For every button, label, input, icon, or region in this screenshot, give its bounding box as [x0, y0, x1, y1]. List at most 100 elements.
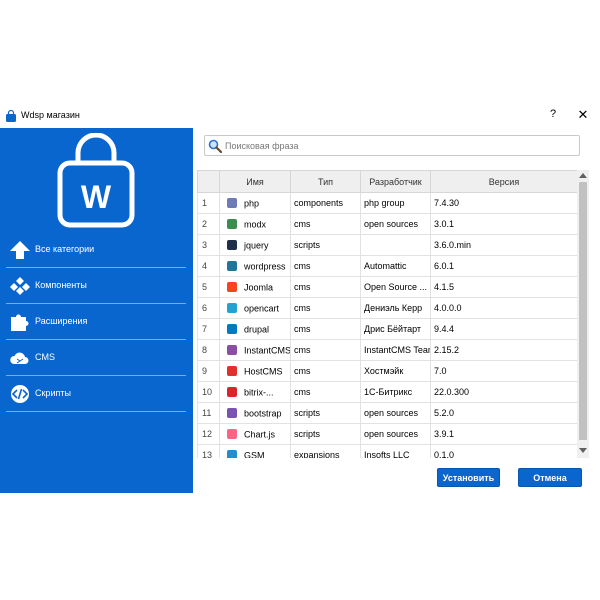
row-developer: Insofts LLC: [360, 444, 431, 458]
row-type: scripts: [290, 423, 361, 445]
package-icon: [227, 345, 237, 356]
row-name-cell: jquery: [219, 234, 291, 256]
sidebar-item-extensions[interactable]: Расширения: [6, 304, 186, 340]
sidebar-item-cms[interactable]: CMS: [6, 340, 186, 376]
row-number: 12: [197, 423, 220, 445]
sidebar-item-all-categories[interactable]: Все категории: [6, 232, 186, 268]
close-button[interactable]: ✕: [576, 107, 590, 123]
sidebar-item-scripts[interactable]: Скрипты: [6, 376, 186, 412]
search-input[interactable]: [225, 139, 565, 153]
column-header-name[interactable]: Имя: [219, 170, 291, 193]
package-icon: [227, 450, 237, 458]
column-header-developer[interactable]: Разработчик: [360, 170, 431, 193]
packages-table: Имя Тип Разработчик Версия 1 php component…: [197, 170, 589, 458]
row-type: cms: [290, 213, 361, 235]
cloud-icon: [10, 352, 29, 364]
row-developer: open sources: [360, 423, 431, 445]
sidebar-item-label: Компоненты: [35, 280, 87, 290]
table-row[interactable]: 2 modx cms open sources 3.0.1: [197, 213, 578, 235]
column-header-version[interactable]: Версия: [430, 170, 578, 193]
table-row[interactable]: 10 bitrix-... cms 1С-Битрикс 22.0.300: [197, 381, 578, 403]
package-icon: [227, 429, 237, 440]
row-type: cms: [290, 339, 361, 361]
table-row[interactable]: 3 jquery scripts 3.6.0.min: [197, 234, 578, 256]
table-row[interactable]: 7 drupal cms Дрис Бёйтарт 9.4.4: [197, 318, 578, 340]
table-row[interactable]: 6 opencart cms Дениэль Керр 4.0.0.0: [197, 297, 578, 319]
row-type: scripts: [290, 234, 361, 256]
row-type: cms: [290, 276, 361, 298]
row-developer: Хостмэйк: [360, 360, 431, 382]
table-row[interactable]: 11 bootstrap scripts open sources 5.2.0: [197, 402, 578, 424]
row-name-cell: HostCMS: [219, 360, 291, 382]
row-number: 1: [197, 192, 220, 214]
row-version: 9.4.4: [430, 318, 578, 340]
row-number: 10: [197, 381, 220, 403]
row-name: bootstrap: [244, 408, 282, 419]
logo-letter: W: [81, 179, 112, 215]
help-button[interactable]: ?: [546, 108, 560, 120]
row-name-cell: bootstrap: [219, 402, 291, 424]
row-name: jquery: [244, 240, 269, 251]
table-row[interactable]: 4 wordpress cms Automattic 6.0.1: [197, 255, 578, 277]
sidebar: W Все категории Компоненты Расширения CM…: [0, 128, 193, 493]
row-name-cell: GSM: [219, 444, 291, 458]
row-developer: Open Source ...: [360, 276, 431, 298]
row-number: 13: [197, 444, 220, 458]
package-icon: [227, 408, 237, 419]
cancel-button[interactable]: Отмена: [518, 468, 582, 487]
row-name: GSM: [244, 450, 265, 458]
scroll-down-icon[interactable]: [579, 448, 587, 453]
table-row[interactable]: 5 Joomla cms Open Source ... 4.1.5: [197, 276, 578, 298]
up-arrow-icon: [10, 241, 30, 259]
row-developer: open sources: [360, 402, 431, 424]
row-version: 4.1.5: [430, 276, 578, 298]
row-number: 9: [197, 360, 220, 382]
row-type: cms: [290, 255, 361, 277]
components-icon: [10, 277, 30, 295]
table-row[interactable]: 13 GSM expansions Insofts LLC 0.1.0: [197, 444, 578, 458]
row-name-cell: bitrix-...: [219, 381, 291, 403]
row-name: opencart: [244, 303, 280, 314]
row-name-cell: InstantCMS: [219, 339, 291, 361]
scrollbar-thumb[interactable]: [579, 182, 587, 440]
table-row[interactable]: 8 InstantCMS cms InstantCMS Team 2.15.2: [197, 339, 578, 361]
row-name: Joomla: [244, 282, 274, 293]
row-type: cms: [290, 381, 361, 403]
row-number: 8: [197, 339, 220, 361]
package-icon: [227, 219, 237, 230]
table-row[interactable]: 12 Chart.js scripts open sources 3.9.1: [197, 423, 578, 445]
package-icon: [227, 240, 237, 251]
table-row[interactable]: 9 HostCMS cms Хостмэйк 7.0: [197, 360, 578, 382]
table-row[interactable]: 1 php components php group 7.4.30: [197, 192, 578, 214]
row-developer: InstantCMS Team: [360, 339, 431, 361]
row-version: 6.0.1: [430, 255, 578, 277]
row-version: 3.9.1: [430, 423, 578, 445]
row-type: cms: [290, 297, 361, 319]
vertical-scrollbar[interactable]: [577, 170, 589, 458]
row-name-cell: drupal: [219, 318, 291, 340]
puzzle-icon: [11, 314, 29, 331]
row-type: components: [290, 192, 361, 214]
row-type: cms: [290, 360, 361, 382]
sidebar-item-label: Скрипты: [35, 388, 71, 398]
row-developer: php group: [360, 192, 431, 214]
package-icon: [227, 261, 237, 272]
row-name-cell: wordpress: [219, 255, 291, 277]
column-header-num[interactable]: [197, 170, 220, 193]
sidebar-item-label: Расширения: [35, 316, 88, 326]
sidebar-item-components[interactable]: Компоненты: [6, 268, 186, 304]
row-name-cell: Joomla: [219, 276, 291, 298]
package-icon: [227, 387, 237, 398]
row-version: 2.15.2: [430, 339, 578, 361]
row-number: 11: [197, 402, 220, 424]
row-version: 22.0.300: [430, 381, 578, 403]
row-version: 4.0.0.0: [430, 297, 578, 319]
row-developer: [360, 234, 431, 256]
row-number: 2: [197, 213, 220, 235]
install-button[interactable]: Установить: [437, 468, 500, 487]
shopping-bag-icon: [6, 110, 16, 122]
package-icon: [227, 324, 237, 335]
scroll-up-icon[interactable]: [579, 173, 587, 178]
column-header-type[interactable]: Тип: [290, 170, 361, 193]
package-icon: [227, 303, 237, 314]
